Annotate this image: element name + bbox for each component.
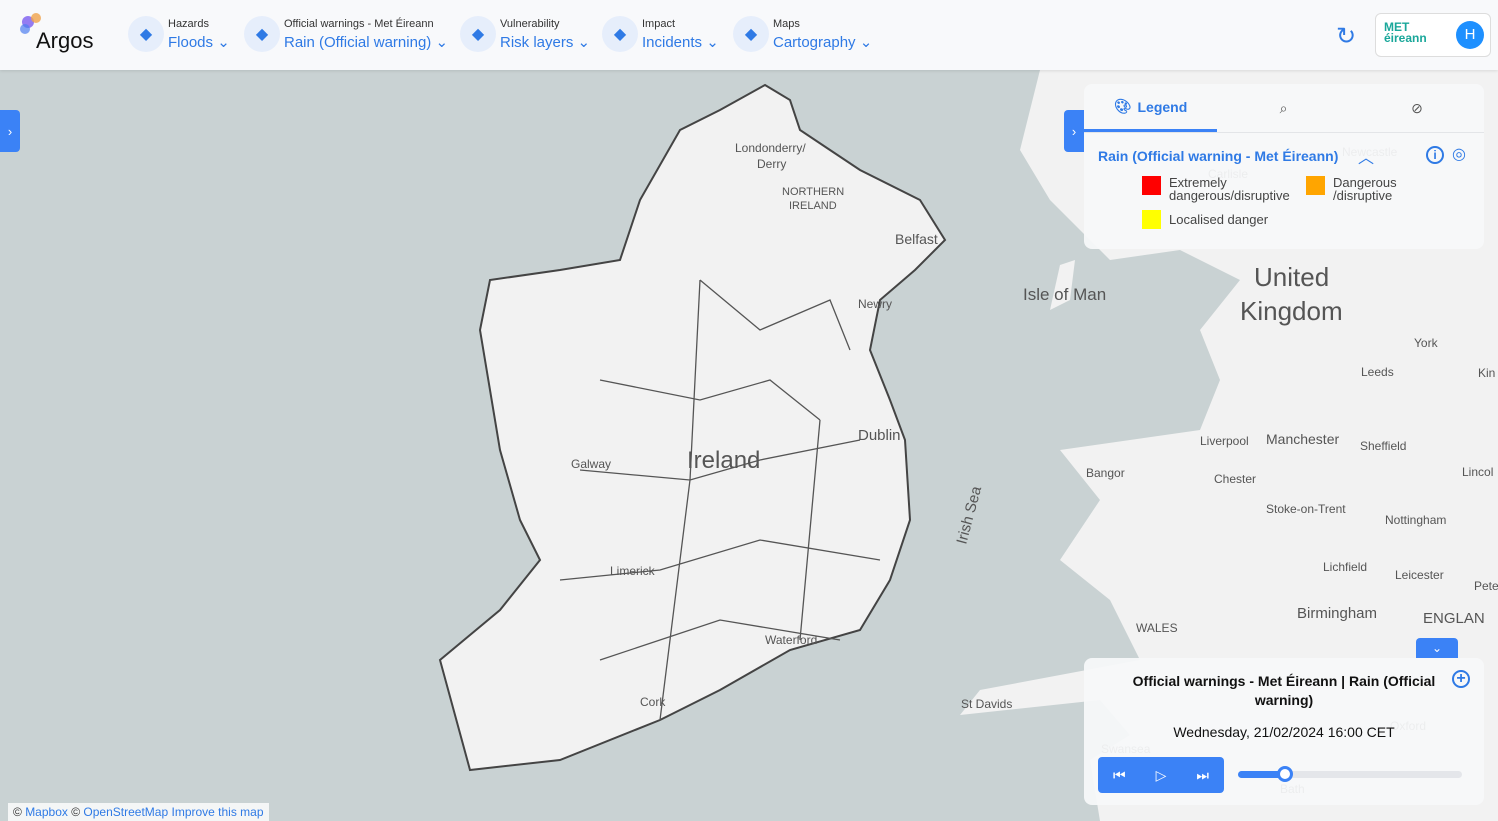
map-label: IRELAND [789, 200, 837, 212]
map-label: NORTHERN [782, 186, 844, 198]
top-bar: Argos ◆ Hazards Floods ⌄ ◆ Official warnings… [0, 0, 1498, 70]
nav-dropdown-rain-official-warning-[interactable]: ◆ Official warnings - Met Éireann Rain (Of… [244, 16, 448, 52]
palette-icon: 🎨︎ [1113, 98, 1132, 114]
map-label: Chester [1214, 472, 1256, 486]
map-label: Galway [571, 457, 611, 471]
map-label: York [1414, 336, 1439, 350]
add-icon[interactable]: + [1452, 670, 1470, 688]
map-label: Liverpool [1200, 434, 1249, 448]
timeline-collapse-button[interactable]: ⌄ [1416, 638, 1458, 658]
map-label: Waterford [765, 633, 817, 647]
color-swatch-red [1142, 176, 1161, 195]
chevron-down-icon: ⌄ [435, 33, 449, 51]
skip-back-icon[interactable]: ⏮︎ [1113, 767, 1126, 784]
rain-warning-icon: ◆ [244, 16, 280, 52]
map-label: St Davids [961, 697, 1012, 711]
nav-dropdown-cartography[interactable]: ◆ Maps Cartography ⌄ [733, 16, 872, 52]
flood-icon: ◆ [128, 16, 164, 52]
map-label: Manchester [1266, 431, 1339, 447]
map-label: Bangor [1086, 466, 1125, 480]
map-label: WALES [1136, 621, 1178, 635]
map-label: Derry [757, 157, 786, 171]
map-label: Nottingham [1385, 513, 1446, 527]
app-name: Argos [36, 28, 94, 53]
map-label: Isle of Man [1023, 285, 1106, 304]
map-label: ENGLAN [1423, 610, 1485, 627]
map-label: Dublin [858, 427, 901, 444]
divider [1084, 132, 1484, 133]
map-icon: ◆ [733, 16, 769, 52]
map-label: Kingdom [1240, 296, 1343, 326]
legend-panel: 🎨︎ Legend ⌕ ⊘ Rain (Official warning - Me… [1084, 84, 1484, 249]
incident-signal-icon: ◆ [602, 16, 638, 52]
osm-link[interactable]: OpenStreetMap [83, 805, 168, 819]
chevron-down-icon: ⌄ [217, 33, 230, 51]
map-label: Pete [1474, 579, 1498, 593]
skip-forward-icon[interactable]: ⏭︎ [1196, 767, 1209, 784]
map-label: Stoke-on-Trent [1266, 502, 1346, 516]
met-eireann-logo: MET éireann [1384, 20, 1427, 45]
legend-panel-toggle[interactable]: › [1064, 110, 1084, 152]
nav-dropdown-incidents[interactable]: ◆ Impact Incidents ⌄ [602, 16, 719, 52]
legend-item: Dangerous/disruptive [1306, 176, 1397, 202]
compass-icon: ⊘ [1411, 99, 1423, 116]
legend-item: Extremely dangerous/disruptive [1142, 176, 1290, 202]
hide-layer-icon[interactable]: ◎ [1452, 144, 1466, 164]
color-swatch-yellow [1142, 210, 1161, 229]
map-attribution: © Mapbox © OpenStreetMap Improve this ma… [8, 803, 269, 821]
map-label: Leicester [1395, 568, 1444, 582]
map-label: Belfast [895, 231, 938, 247]
life-vest-icon: ◆ [460, 16, 496, 52]
map-label: Limerick [610, 564, 656, 578]
chevron-down-icon: ⌄ [706, 33, 719, 51]
info-icon[interactable]: i [1426, 146, 1444, 164]
mapbox-link[interactable]: Mapbox [25, 805, 68, 819]
map-label: Sheffield [1360, 439, 1406, 453]
collapse-chevron-icon[interactable]: ︿ [1358, 144, 1374, 168]
chevron-down-icon: ⌄ [577, 33, 591, 51]
map-label: Newry [858, 297, 892, 311]
timeline-title: Official warnings - Met Éireann | Rain (… [1132, 673, 1436, 708]
map-label: Londonderry/ [735, 141, 806, 155]
map-label: Cork [640, 695, 666, 709]
timeline-slider[interactable] [1238, 766, 1462, 782]
playback-controls: ⏮︎ ▷ ⏭︎ [1098, 757, 1224, 793]
layer-title[interactable]: Rain (Official warning - Met Éireann) [1098, 148, 1338, 164]
map-label: United [1254, 262, 1329, 292]
refresh-icon[interactable]: ↻ [1336, 22, 1356, 51]
play-icon[interactable]: ▷ [1156, 767, 1167, 784]
map-label: Lincol [1462, 465, 1493, 479]
map-label: Ireland [687, 447, 760, 474]
color-swatch-orange [1306, 176, 1325, 195]
timeline-datetime: Wednesday, 21/02/2024 16:00 CET [1173, 724, 1395, 740]
map-label: Kin [1478, 366, 1495, 380]
left-panel-toggle[interactable]: › [0, 110, 20, 152]
map-label: Leeds [1361, 365, 1394, 379]
nav-dropdown-risk-layers[interactable]: ◆ Vulnerability Risk layers ⌄ [460, 16, 590, 52]
tab-navigation[interactable]: ⊘ [1350, 84, 1484, 132]
map-label: Lichfield [1323, 560, 1367, 574]
chevron-down-icon: ⌄ [859, 33, 873, 51]
legend-item: Localised danger [1142, 210, 1268, 229]
slider-handle[interactable] [1277, 766, 1294, 782]
avatar[interactable]: H [1456, 21, 1484, 49]
tab-legend[interactable]: 🎨︎ Legend [1084, 84, 1217, 132]
user-menu[interactable]: MET éireann H [1375, 13, 1491, 57]
search-icon: ⌕ [1279, 99, 1288, 116]
improve-map-link[interactable]: Improve this map [171, 805, 263, 819]
tab-search[interactable]: ⌕ [1217, 84, 1350, 132]
map-label: Birmingham [1297, 605, 1377, 622]
nav-dropdown-floods[interactable]: ◆ Hazards Floods ⌄ [128, 16, 230, 52]
